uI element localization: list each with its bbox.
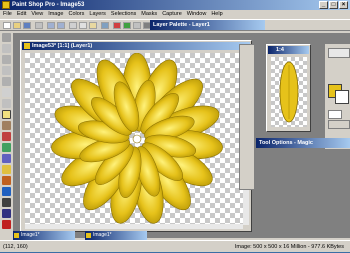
layer-palette-title: Layer Palette - Layer1 bbox=[153, 22, 210, 28]
magic-wand-tool-icon[interactable] bbox=[2, 110, 11, 119]
minimized-window-label: Image1* bbox=[21, 232, 40, 238]
clone-brush-tool-icon[interactable] bbox=[2, 143, 11, 152]
menu-help[interactable]: Help bbox=[211, 10, 222, 19]
image-icon bbox=[24, 43, 30, 49]
deform-tool-icon[interactable] bbox=[2, 55, 11, 64]
image-info: Image: 500 x 500 x 16 Million - 977.6 KB… bbox=[234, 244, 344, 250]
flood-fill-tool-icon[interactable] bbox=[2, 187, 11, 196]
background-color-swatch[interactable] bbox=[335, 90, 349, 104]
preview-title: 1:4 bbox=[276, 47, 284, 53]
cut-icon[interactable] bbox=[69, 22, 77, 29]
preview-canvas bbox=[271, 57, 307, 127]
preview-window[interactable]: 1:4 bbox=[266, 44, 311, 132]
new-file-icon[interactable] bbox=[3, 22, 11, 29]
menu-file[interactable]: File bbox=[3, 10, 12, 19]
text-tool-icon[interactable] bbox=[2, 198, 11, 207]
browse-icon[interactable] bbox=[101, 22, 109, 29]
open-folder-icon[interactable] bbox=[13, 22, 21, 29]
color-palette bbox=[324, 44, 350, 149]
maximize-button[interactable]: □ bbox=[329, 1, 338, 9]
image-window[interactable]: Image53* [1:1] (Layer1) bbox=[20, 40, 252, 232]
arrow-tool-icon[interactable] bbox=[2, 33, 11, 42]
color-swatch-strip[interactable] bbox=[328, 48, 350, 58]
image-icon bbox=[14, 233, 19, 238]
minimize-button[interactable]: _ bbox=[319, 1, 328, 9]
image-window-title: Image53* [1:1] (Layer1) bbox=[32, 43, 93, 49]
paintbrush-tool-icon[interactable] bbox=[2, 132, 11, 141]
menu-edit[interactable]: Edit bbox=[17, 10, 26, 19]
minimized-window[interactable]: Image1* bbox=[13, 231, 75, 240]
tool-options-titlebar[interactable]: Tool Options - Magic bbox=[256, 138, 350, 148]
image-canvas[interactable] bbox=[25, 52, 243, 225]
mover-tool-icon[interactable] bbox=[2, 77, 11, 86]
zoom-tool-icon[interactable] bbox=[2, 44, 11, 53]
menu-window[interactable]: Window bbox=[187, 10, 207, 19]
selection-tool-icon[interactable] bbox=[2, 88, 11, 97]
tool-options-title: Tool Options - Magic bbox=[259, 140, 313, 146]
line-tool-icon[interactable] bbox=[2, 209, 11, 218]
menu-layers[interactable]: Layers bbox=[89, 10, 106, 19]
menu-selections[interactable]: Selections bbox=[111, 10, 136, 19]
dropper-tool-icon[interactable] bbox=[2, 121, 11, 130]
tool-palette bbox=[0, 33, 13, 233]
menu-masks[interactable]: Masks bbox=[141, 10, 157, 19]
layer-palette-strip[interactable] bbox=[239, 44, 255, 190]
texture-swatch[interactable] bbox=[328, 120, 350, 129]
app-title: Paint Shop Pro - Image53 bbox=[12, 2, 85, 8]
style-swatch[interactable] bbox=[328, 110, 342, 119]
shape-tool-icon[interactable] bbox=[2, 220, 11, 229]
undo-icon[interactable] bbox=[47, 22, 55, 29]
preview-petal bbox=[279, 61, 299, 123]
retouch-tool-icon[interactable] bbox=[2, 165, 11, 174]
capture-icon[interactable] bbox=[113, 22, 121, 29]
cursor-coordinates: (112, 160) bbox=[3, 244, 28, 250]
menu-view[interactable]: View bbox=[31, 10, 43, 19]
minimized-windows: Image1* Image1* bbox=[13, 231, 213, 240]
redo-icon[interactable] bbox=[57, 22, 65, 29]
print-icon[interactable] bbox=[35, 22, 43, 29]
layer-palette-titlebar[interactable]: Layer Palette - Layer1 bbox=[150, 20, 265, 30]
app-window: Paint Shop Pro - Image53 _ □ × File Edit… bbox=[0, 0, 350, 252]
image-icon bbox=[86, 233, 91, 238]
menu-capture[interactable]: Capture bbox=[162, 10, 182, 19]
app-icon bbox=[2, 1, 10, 9]
freehand-tool-icon[interactable] bbox=[2, 99, 11, 108]
status-bar: (112, 160) Image: 500 x 500 x 16 Million… bbox=[0, 240, 350, 252]
preview-titlebar[interactable]: 1:4 bbox=[268, 46, 309, 54]
menu-image[interactable]: Image bbox=[48, 10, 63, 19]
paste-icon[interactable] bbox=[89, 22, 97, 29]
color-palette-icon[interactable] bbox=[123, 22, 131, 29]
horizontal-scrollbar[interactable] bbox=[25, 224, 243, 229]
minimized-window-label: Image1* bbox=[93, 232, 112, 238]
image-window-titlebar[interactable]: Image53* [1:1] (Layer1) bbox=[22, 42, 250, 50]
eraser-tool-icon[interactable] bbox=[2, 176, 11, 185]
close-button[interactable]: × bbox=[339, 1, 348, 9]
tool-palette-icon[interactable] bbox=[133, 22, 141, 29]
flower-image bbox=[51, 52, 223, 224]
crop-tool-icon[interactable] bbox=[2, 66, 11, 75]
menu-bar: File Edit View Image Colors Layers Selec… bbox=[0, 10, 350, 19]
save-icon[interactable] bbox=[23, 22, 31, 29]
minimized-window[interactable]: Image1* bbox=[85, 231, 147, 240]
copy-icon[interactable] bbox=[79, 22, 87, 29]
color-replacer-tool-icon[interactable] bbox=[2, 154, 11, 163]
menu-colors[interactable]: Colors bbox=[68, 10, 84, 19]
title-bar: Paint Shop Pro - Image53 _ □ × bbox=[0, 0, 350, 10]
